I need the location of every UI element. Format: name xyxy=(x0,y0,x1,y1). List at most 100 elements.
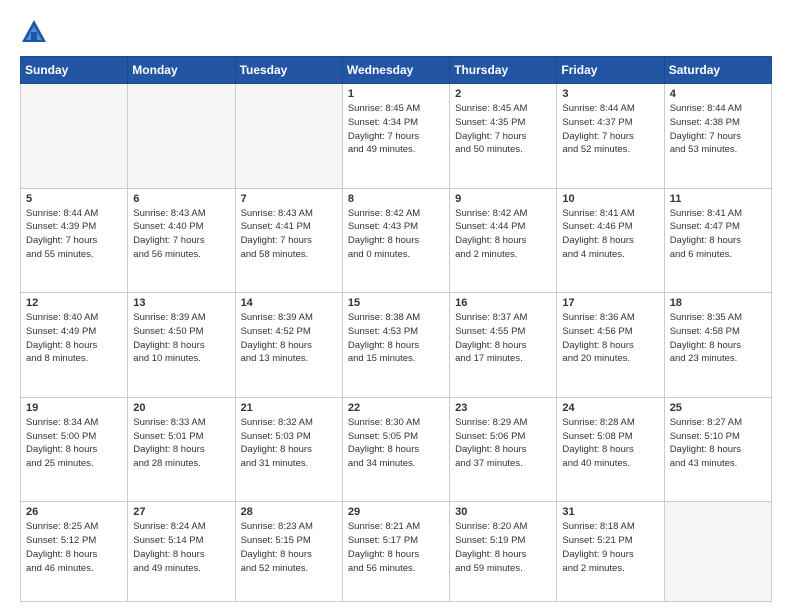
calendar-week-4: 19Sunrise: 8:34 AM Sunset: 5:00 PM Dayli… xyxy=(21,397,772,502)
day-number: 30 xyxy=(455,506,551,518)
day-info: Sunrise: 8:21 AM Sunset: 5:17 PM Dayligh… xyxy=(348,520,444,575)
day-number: 12 xyxy=(26,297,122,309)
calendar-cell: 4 Sunrise: 8:44 AM Sunset: 4:38 PM Daylig… xyxy=(664,84,771,189)
day-number: 17 xyxy=(562,297,658,309)
day-info: Sunrise: 8:41 AM Sunset: 4:47 PM Dayligh… xyxy=(670,207,766,262)
calendar-cell xyxy=(21,84,128,189)
calendar-cell xyxy=(664,502,771,602)
page: SundayMondayTuesdayWednesdayThursdayFrid… xyxy=(0,0,792,612)
day-info: Sunrise: 8:41 AM Sunset: 4:46 PM Dayligh… xyxy=(562,207,658,262)
calendar-cell: 11 Sunrise: 8:41 AM Sunset: 4:47 PM Dayli… xyxy=(664,188,771,293)
day-number: 11 xyxy=(670,193,766,205)
day-info: Sunrise: 8:45 AM Sunset: 4:34 PM Dayligh… xyxy=(348,102,444,157)
day-info: Sunrise: 8:23 AM Sunset: 5:15 PM Dayligh… xyxy=(241,520,337,575)
day-number: 4 xyxy=(670,88,766,100)
calendar-cell xyxy=(235,84,342,189)
calendar-cell: 31 Sunrise: 8:18 AM Sunset: 5:21 PM Dayli… xyxy=(557,502,664,602)
weekday-header-thursday: Thursday xyxy=(450,57,557,84)
day-number: 15 xyxy=(348,297,444,309)
calendar-cell: 30 Sunrise: 8:20 AM Sunset: 5:19 PM Dayli… xyxy=(450,502,557,602)
calendar-cell: 6 Sunrise: 8:43 AM Sunset: 4:40 PM Daylig… xyxy=(128,188,235,293)
day-number: 9 xyxy=(455,193,551,205)
calendar-table: SundayMondayTuesdayWednesdayThursdayFrid… xyxy=(20,56,772,602)
day-number: 8 xyxy=(348,193,444,205)
calendar-cell: 9 Sunrise: 8:42 AM Sunset: 4:44 PM Daylig… xyxy=(450,188,557,293)
calendar-cell: 12 Sunrise: 8:40 AM Sunset: 4:49 PM Dayli… xyxy=(21,293,128,398)
day-info: Sunrise: 8:43 AM Sunset: 4:40 PM Dayligh… xyxy=(133,207,229,262)
day-info: Sunrise: 8:29 AM Sunset: 5:06 PM Dayligh… xyxy=(455,416,551,471)
calendar-cell: 1 Sunrise: 8:45 AM Sunset: 4:34 PM Daylig… xyxy=(342,84,449,189)
calendar-cell: 25 Sunrise: 8:27 AM Sunset: 5:10 PM Dayli… xyxy=(664,397,771,502)
calendar-cell: 21Sunrise: 8:32 AM Sunset: 5:03 PM Dayli… xyxy=(235,397,342,502)
day-number: 3 xyxy=(562,88,658,100)
day-number: 27 xyxy=(133,506,229,518)
day-info: Sunrise: 8:35 AM Sunset: 4:58 PM Dayligh… xyxy=(670,311,766,366)
day-info: Sunrise: 8:42 AM Sunset: 4:44 PM Dayligh… xyxy=(455,207,551,262)
day-info: Sunrise: 8:43 AM Sunset: 4:41 PM Dayligh… xyxy=(241,207,337,262)
day-number: 18 xyxy=(670,297,766,309)
day-number: 23 xyxy=(455,402,551,414)
day-info: Sunrise: 8:24 AM Sunset: 5:14 PM Dayligh… xyxy=(133,520,229,575)
day-number: 25 xyxy=(670,402,766,414)
day-number: 6 xyxy=(133,193,229,205)
day-info: Sunrise: 8:44 AM Sunset: 4:39 PM Dayligh… xyxy=(26,207,122,262)
day-info: Sunrise: 8:36 AM Sunset: 4:56 PM Dayligh… xyxy=(562,311,658,366)
calendar-cell: 23 Sunrise: 8:29 AM Sunset: 5:06 PM Dayli… xyxy=(450,397,557,502)
day-info: Sunrise: 8:27 AM Sunset: 5:10 PM Dayligh… xyxy=(670,416,766,471)
weekday-header-sunday: Sunday xyxy=(21,57,128,84)
day-number: 13 xyxy=(133,297,229,309)
day-info: Sunrise: 8:45 AM Sunset: 4:35 PM Dayligh… xyxy=(455,102,551,157)
day-number: 14 xyxy=(241,297,337,309)
day-info: Sunrise: 8:39 AM Sunset: 4:52 PM Dayligh… xyxy=(241,311,337,366)
calendar-week-2: 5Sunrise: 8:44 AM Sunset: 4:39 PM Daylig… xyxy=(21,188,772,293)
calendar-cell: 17 Sunrise: 8:36 AM Sunset: 4:56 PM Dayli… xyxy=(557,293,664,398)
day-number: 31 xyxy=(562,506,658,518)
calendar-cell xyxy=(128,84,235,189)
logo xyxy=(20,18,52,46)
calendar-cell: 24Sunrise: 8:28 AM Sunset: 5:08 PM Dayli… xyxy=(557,397,664,502)
day-info: Sunrise: 8:40 AM Sunset: 4:49 PM Dayligh… xyxy=(26,311,122,366)
day-number: 10 xyxy=(562,193,658,205)
day-info: Sunrise: 8:37 AM Sunset: 4:55 PM Dayligh… xyxy=(455,311,551,366)
day-info: Sunrise: 8:33 AM Sunset: 5:01 PM Dayligh… xyxy=(133,416,229,471)
day-number: 2 xyxy=(455,88,551,100)
weekday-header-row: SundayMondayTuesdayWednesdayThursdayFrid… xyxy=(21,57,772,84)
day-number: 20 xyxy=(133,402,229,414)
logo-icon xyxy=(20,18,48,46)
day-number: 26 xyxy=(26,506,122,518)
day-info: Sunrise: 8:18 AM Sunset: 5:21 PM Dayligh… xyxy=(562,520,658,575)
weekday-header-tuesday: Tuesday xyxy=(235,57,342,84)
calendar-cell: 16 Sunrise: 8:37 AM Sunset: 4:55 PM Dayli… xyxy=(450,293,557,398)
day-number: 19 xyxy=(26,402,122,414)
calendar-cell: 2 Sunrise: 8:45 AM Sunset: 4:35 PM Daylig… xyxy=(450,84,557,189)
header xyxy=(20,18,772,46)
day-info: Sunrise: 8:28 AM Sunset: 5:08 PM Dayligh… xyxy=(562,416,658,471)
day-info: Sunrise: 8:44 AM Sunset: 4:37 PM Dayligh… xyxy=(562,102,658,157)
weekday-header-friday: Friday xyxy=(557,57,664,84)
calendar-cell: 19Sunrise: 8:34 AM Sunset: 5:00 PM Dayli… xyxy=(21,397,128,502)
weekday-header-wednesday: Wednesday xyxy=(342,57,449,84)
calendar-week-3: 12 Sunrise: 8:40 AM Sunset: 4:49 PM Dayli… xyxy=(21,293,772,398)
day-info: Sunrise: 8:39 AM Sunset: 4:50 PM Dayligh… xyxy=(133,311,229,366)
calendar-cell: 26Sunrise: 8:25 AM Sunset: 5:12 PM Dayli… xyxy=(21,502,128,602)
day-info: Sunrise: 8:32 AM Sunset: 5:03 PM Dayligh… xyxy=(241,416,337,471)
calendar-cell: 3 Sunrise: 8:44 AM Sunset: 4:37 PM Daylig… xyxy=(557,84,664,189)
calendar-cell: 15 Sunrise: 8:38 AM Sunset: 4:53 PM Dayli… xyxy=(342,293,449,398)
calendar-cell: 13 Sunrise: 8:39 AM Sunset: 4:50 PM Dayli… xyxy=(128,293,235,398)
day-info: Sunrise: 8:44 AM Sunset: 4:38 PM Dayligh… xyxy=(670,102,766,157)
day-number: 7 xyxy=(241,193,337,205)
calendar-week-1: 1 Sunrise: 8:45 AM Sunset: 4:34 PM Daylig… xyxy=(21,84,772,189)
calendar-cell: 28 Sunrise: 8:23 AM Sunset: 5:15 PM Dayli… xyxy=(235,502,342,602)
day-number: 1 xyxy=(348,88,444,100)
calendar-cell: 29Sunrise: 8:21 AM Sunset: 5:17 PM Dayli… xyxy=(342,502,449,602)
day-number: 22 xyxy=(348,402,444,414)
day-info: Sunrise: 8:20 AM Sunset: 5:19 PM Dayligh… xyxy=(455,520,551,575)
calendar-cell: 20 Sunrise: 8:33 AM Sunset: 5:01 PM Dayli… xyxy=(128,397,235,502)
weekday-header-monday: Monday xyxy=(128,57,235,84)
calendar-cell: 5Sunrise: 8:44 AM Sunset: 4:39 PM Daylig… xyxy=(21,188,128,293)
day-info: Sunrise: 8:38 AM Sunset: 4:53 PM Dayligh… xyxy=(348,311,444,366)
weekday-header-saturday: Saturday xyxy=(664,57,771,84)
day-number: 16 xyxy=(455,297,551,309)
calendar-cell: 14 Sunrise: 8:39 AM Sunset: 4:52 PM Dayli… xyxy=(235,293,342,398)
day-number: 28 xyxy=(241,506,337,518)
